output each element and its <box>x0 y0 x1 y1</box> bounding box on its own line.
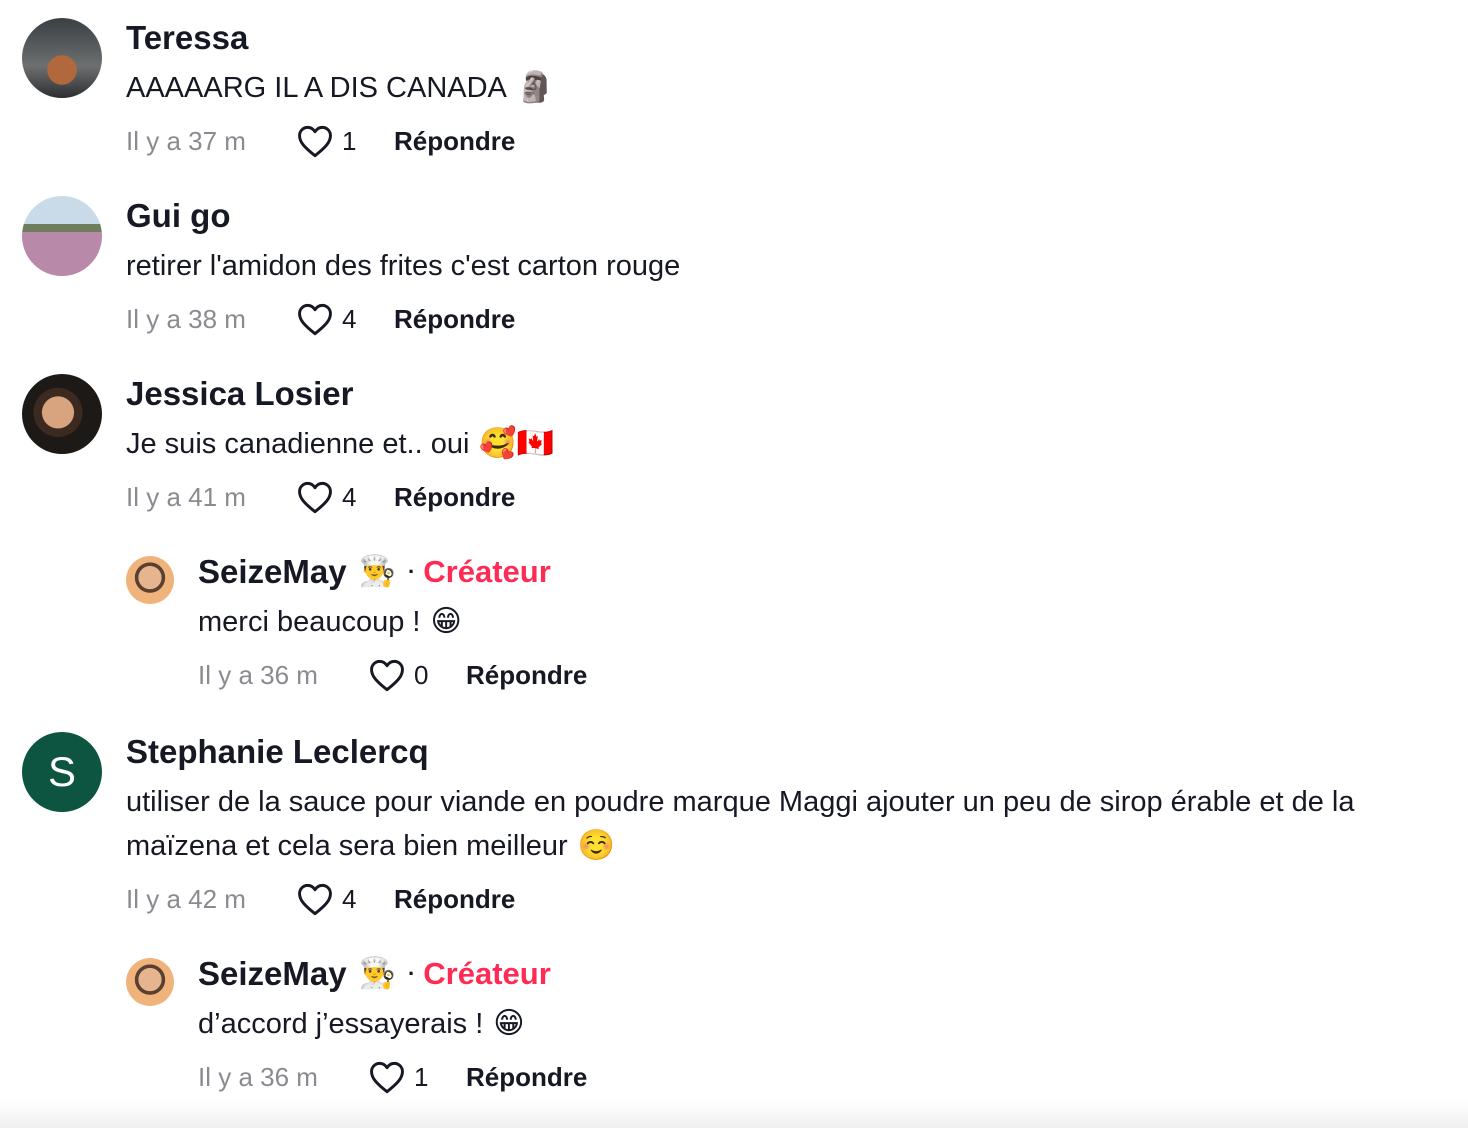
heart-icon[interactable] <box>296 124 334 158</box>
username[interactable]: SeizeMay 👨‍🍳 · Créateur <box>198 954 1448 994</box>
comment-body: SeizeMay 👨‍🍳 · Créateur merci beaucoup !… <box>198 552 1448 692</box>
timestamp: Il y a 38 m <box>126 303 246 334</box>
like-count: 4 <box>342 883 357 914</box>
emoji: 🗿 <box>516 70 555 105</box>
like-count: 1 <box>342 125 357 156</box>
like-button[interactable]: 0 <box>368 658 454 692</box>
heart-icon[interactable] <box>368 1060 406 1094</box>
username[interactable]: Gui go <box>126 196 1448 236</box>
avatar[interactable]: S <box>22 732 102 812</box>
comment-text: d’accord j’essayerais ! 😁 <box>198 1006 525 1041</box>
emoji: 😁 <box>430 604 462 639</box>
like-button[interactable]: 1 <box>368 1060 454 1094</box>
comment-meta: Il y a 42 m 4 Répondre <box>126 882 1448 916</box>
heart-icon[interactable] <box>296 302 334 336</box>
comment-meta: Il y a 37 m 1 Répondre <box>126 124 1448 158</box>
heart-icon[interactable] <box>296 882 334 916</box>
heart-icon[interactable] <box>368 658 406 692</box>
comment-body: Gui go retirer l'amidon des frites c'est… <box>126 196 1448 336</box>
comment-text: AAAAARG IL A DIS CANADA 🗿 <box>126 70 555 105</box>
reply-button[interactable]: Répondre <box>466 1062 587 1093</box>
comment-text: merci beaucoup ! 😁 <box>198 604 462 639</box>
username[interactable]: Jessica Losier <box>126 374 1448 414</box>
username[interactable]: SeizeMay 👨‍🍳 · Créateur <box>198 552 1448 592</box>
reply-button[interactable]: Répondre <box>394 304 515 335</box>
comment-text: retirer l'amidon des frites c'est carton… <box>126 250 681 282</box>
reply-button[interactable]: Répondre <box>394 884 515 915</box>
comment-text: utiliser de la sauce pour viande en poud… <box>126 786 1355 863</box>
avatar[interactable] <box>22 196 102 276</box>
timestamp: Il y a 41 m <box>126 481 246 512</box>
avatar[interactable] <box>126 958 174 1006</box>
like-count: 4 <box>342 303 357 334</box>
comment-meta: Il y a 36 m 1 Répondre <box>198 1060 1448 1094</box>
avatar-letter: S <box>47 748 76 795</box>
like-button[interactable]: 4 <box>296 302 382 336</box>
comment-body: SeizeMay 👨‍🍳 · Créateur d’accord j’essay… <box>198 954 1448 1094</box>
like-button[interactable]: 1 <box>296 124 382 158</box>
separator-dot: · <box>407 961 416 986</box>
reply-button[interactable]: Répondre <box>466 660 587 691</box>
timestamp: Il y a 36 m <box>198 659 318 690</box>
username[interactable]: Stephanie Leclercq <box>126 732 1448 772</box>
chef-emoji: 👨‍🍳 <box>358 554 396 589</box>
like-count: 4 <box>342 481 357 512</box>
timestamp: Il y a 42 m <box>126 883 246 914</box>
username[interactable]: Teressa <box>126 18 1448 58</box>
emoji: 🥰🇨🇦 <box>479 426 555 461</box>
emoji: 😁 <box>493 1006 525 1041</box>
emoji: ☺️ <box>577 828 616 863</box>
comment-body: Stephanie Leclercq utiliser de la sauce … <box>126 732 1448 916</box>
timestamp: Il y a 36 m <box>198 1061 318 1092</box>
creator-badge: Créateur <box>423 956 551 991</box>
comment-body: Jessica Losier Je suis canadienne et.. o… <box>126 374 1448 514</box>
comment-text: Je suis canadienne et.. oui 🥰🇨🇦 <box>126 426 555 461</box>
reply-button[interactable]: Répondre <box>394 126 515 157</box>
bottom-fade <box>0 1100 1468 1128</box>
comment-meta: Il y a 41 m 4 Répondre <box>126 480 1448 514</box>
comment-body: Teressa AAAAARG IL A DIS CANADA 🗿 Il y a … <box>126 18 1448 158</box>
like-button[interactable]: 4 <box>296 480 382 514</box>
avatar[interactable] <box>22 374 102 454</box>
avatar[interactable] <box>126 556 174 604</box>
timestamp: Il y a 37 m <box>126 125 246 156</box>
comment-meta: Il y a 36 m 0 Répondre <box>198 658 1448 692</box>
like-count: 1 <box>414 1061 429 1092</box>
avatar[interactable] <box>22 18 102 98</box>
separator-dot: · <box>407 559 416 584</box>
heart-icon[interactable] <box>296 480 334 514</box>
chef-emoji: 👨‍🍳 <box>358 956 396 991</box>
creator-badge: Créateur <box>423 554 551 589</box>
like-count: 0 <box>414 659 429 690</box>
comment-meta: Il y a 38 m 4 Répondre <box>126 302 1448 336</box>
reply-button[interactable]: Répondre <box>394 482 515 513</box>
like-button[interactable]: 4 <box>296 882 382 916</box>
